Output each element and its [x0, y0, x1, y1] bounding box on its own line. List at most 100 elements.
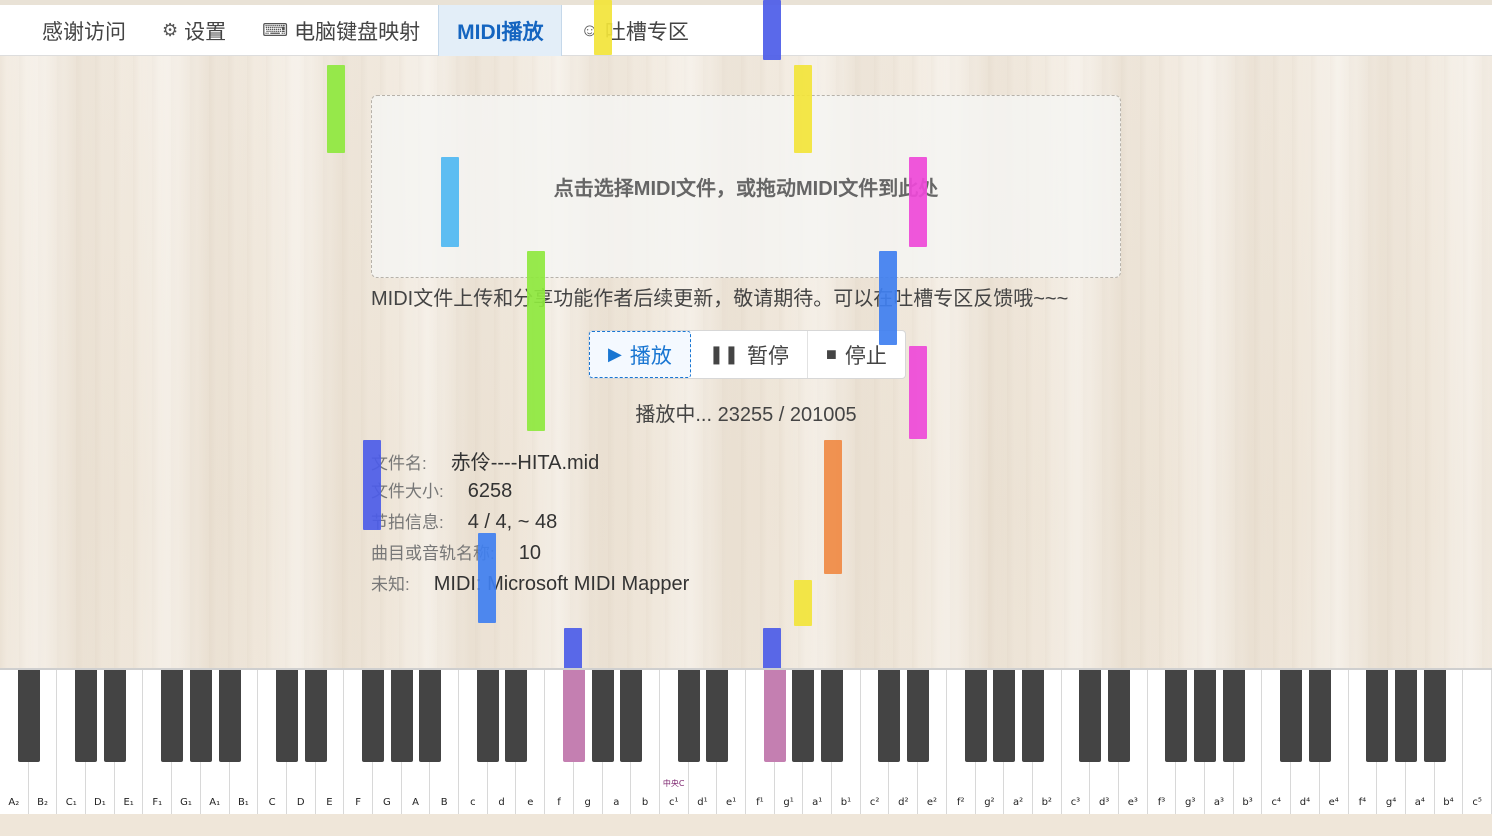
playback-controls: ▶ 播放 ❚❚ 暂停 ■ 停止 [588, 330, 906, 379]
falling-note [909, 157, 927, 247]
piano-black-key[interactable] [1308, 670, 1331, 762]
piano-key-label: d² [898, 797, 909, 808]
piano-black-key[interactable] [1194, 670, 1217, 762]
falling-note [564, 628, 582, 670]
piano-key-label: g² [984, 797, 995, 808]
top-navigation: 感谢访问 ⚙ 设置 ⌨ 电脑键盘映射 MIDI播放 ☺ 吐槽专区 [0, 0, 1492, 56]
tab-keyboard-mapping[interactable]: ⌨ 电脑键盘映射 [244, 5, 438, 56]
pause-button[interactable]: ❚❚ 暂停 [691, 331, 809, 378]
midi-file-dropzone[interactable]: 点击选择MIDI文件，或拖动MIDI文件到此处 [371, 95, 1121, 278]
play-label: 播放 [629, 344, 672, 368]
bottom-strip [0, 814, 1492, 836]
piano-key-label: a⁴ [1414, 797, 1425, 808]
piano-black-key[interactable] [1021, 670, 1044, 762]
piano-black-key[interactable] [275, 670, 298, 762]
piano-key-label: a² [1012, 797, 1024, 808]
piano-black-key[interactable] [993, 670, 1016, 762]
info-value: MIDI: Microsoft MIDI Mapper [433, 573, 690, 595]
piano-black-key[interactable] [75, 670, 98, 762]
falling-note [794, 65, 812, 153]
piano-black-key[interactable] [792, 670, 815, 762]
piano-black-key[interactable] [677, 670, 700, 762]
piano-black-key[interactable] [763, 670, 786, 762]
piano-black-key[interactable] [1366, 670, 1389, 762]
piano-black-key[interactable] [907, 670, 930, 762]
falling-note [794, 580, 812, 626]
piano-black-key[interactable] [1280, 670, 1303, 762]
piano-white-key[interactable]: c⁵ [1463, 670, 1492, 814]
tab-feedback[interactable]: ☺ 吐槽专区 [562, 5, 706, 56]
piano-black-key[interactable] [964, 670, 987, 762]
tab-label: MIDI播放 [457, 20, 544, 44]
piano-key-label: e² [926, 797, 938, 808]
piano-keyboard: A₂ B₂ C₁ D₁ E₁ F₁ G₁ A₁ B₁ C D E F G A Bc d e f g a b c¹ 中央C d¹ e… [0, 668, 1492, 814]
piano-black-key[interactable] [706, 670, 729, 762]
falling-note [763, 628, 781, 670]
info-value: 4 / 4, ~ 48 [467, 511, 558, 533]
piano-black-key[interactable] [476, 670, 499, 762]
piano-key-label: f¹ [756, 797, 764, 808]
gear-icon: ⚙ [162, 20, 179, 40]
tab-thanks[interactable]: 感谢访问 [24, 5, 144, 56]
piano-black-key[interactable] [419, 670, 442, 762]
piano-black-key[interactable] [821, 670, 844, 762]
falling-note [594, 0, 612, 55]
piano-key-label: A₂ [8, 797, 20, 808]
pause-icon: ❚❚ [708, 344, 740, 364]
piano-black-key[interactable] [1079, 670, 1102, 762]
piano-key-label: A [412, 797, 419, 808]
falling-note [763, 0, 781, 60]
info-label: 文件大小: [371, 482, 444, 501]
piano-black-key[interactable] [1423, 670, 1446, 762]
piano-key-label: b [641, 797, 649, 808]
piano-key-label: d⁴ [1299, 797, 1311, 808]
piano-black-key[interactable] [17, 670, 40, 762]
tab-label: 设置 [184, 20, 227, 44]
falling-note [327, 65, 345, 153]
piano-key-label: a¹ [812, 797, 823, 808]
falling-note [909, 346, 927, 439]
piano-black-key[interactable] [390, 670, 413, 762]
piano-key-label: f [557, 797, 561, 808]
piano-black-key[interactable] [161, 670, 184, 762]
piano-key-label: e⁴ [1328, 797, 1339, 808]
falling-note [441, 157, 459, 247]
piano-key-label: a³ [1213, 797, 1224, 808]
piano-key-label: b² [1041, 797, 1052, 808]
tab-label: 吐槽专区 [604, 20, 689, 44]
info-value: 10 [518, 542, 541, 564]
piano-key-label: e¹ [726, 797, 737, 808]
tab-midi-playback[interactable]: MIDI播放 [438, 5, 563, 56]
piano-key-label: c¹ [669, 797, 679, 808]
piano-black-key[interactable] [1394, 670, 1417, 762]
piano-black-key[interactable] [1165, 670, 1188, 762]
piano-black-key[interactable] [1108, 670, 1130, 762]
info-row-filename: 文件名: 赤伶----HITA.mid [371, 446, 689, 477]
piano-key-label: f⁴ [1358, 797, 1367, 808]
piano-black-key[interactable] [505, 670, 528, 762]
upload-notice: MIDI文件上传和分享功能作者后续更新，敬请期待。可以在吐槽专区反馈哦~~~ [371, 288, 1069, 310]
piano-key-label: g³ [1185, 797, 1196, 808]
info-row-track-name: 曲目或音轨名称: 10 [371, 539, 689, 570]
piano-key-label: G [382, 797, 391, 808]
piano-black-key[interactable] [362, 670, 384, 762]
piano-black-key[interactable] [562, 670, 585, 762]
piano-black-key[interactable] [189, 670, 212, 762]
pause-label: 暂停 [747, 344, 790, 368]
info-row-filesize: 文件大小: 6258 [371, 477, 689, 508]
info-row-time-signature: 节拍信息: 4 / 4, ~ 48 [371, 508, 689, 539]
piano-black-key[interactable] [218, 670, 241, 762]
piano-black-key[interactable] [103, 670, 126, 762]
piano-black-key[interactable] [1222, 670, 1245, 762]
piano-black-key[interactable] [304, 670, 327, 762]
tab-settings[interactable]: ⚙ 设置 [144, 5, 244, 56]
piano-key-label: b⁴ [1443, 797, 1454, 808]
piano-black-key[interactable] [878, 670, 901, 762]
piano-black-key[interactable] [620, 670, 643, 762]
play-button[interactable]: ▶ 播放 [589, 331, 691, 378]
piano-key-label: e [527, 797, 534, 808]
dropzone-text: 点击选择MIDI文件，或拖动MIDI文件到此处 [553, 178, 939, 200]
stop-icon: ■ [826, 344, 837, 364]
tab-bar: 感谢访问 ⚙ 设置 ⌨ 电脑键盘映射 MIDI播放 ☺ 吐槽专区 [0, 5, 1492, 56]
piano-black-key[interactable] [591, 670, 614, 762]
